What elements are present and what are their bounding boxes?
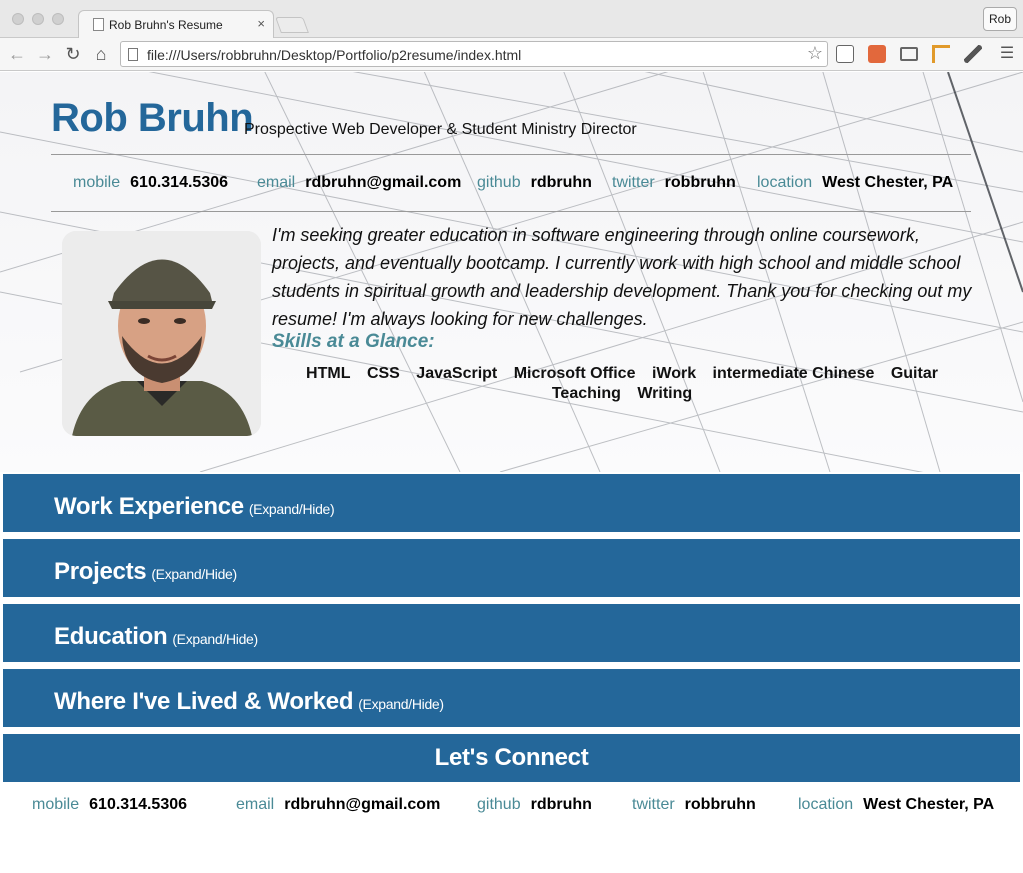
section-title: Education: [54, 623, 168, 650]
url-text[interactable]: file:///Users/robbruhn/Desktop/Portfolio…: [147, 47, 521, 63]
skill-item: CSS: [366, 365, 400, 382]
contact-top-location: location West Chester, PA: [757, 174, 953, 192]
divider: [51, 211, 971, 212]
contact-value[interactable]: robbruhn: [665, 174, 736, 192]
expand-hide-toggle[interactable]: (Expand/Hide): [249, 501, 335, 517]
address-bar[interactable]: file:///Users/robbruhn/Desktop/Portfolio…: [120, 41, 828, 67]
skill-item: Writing: [637, 385, 693, 402]
hero-background: Rob Bruhn Prospective Web Developer & St…: [0, 72, 1023, 472]
zoom-window-button[interactable]: [52, 13, 64, 25]
expand-hide-toggle[interactable]: (Expand/Hide): [172, 631, 258, 647]
skill-item: intermediate Chinese: [712, 365, 875, 382]
lets-connect-heading: Let's Connect: [3, 734, 1020, 782]
contact-label: location: [757, 174, 813, 191]
contact-value[interactable]: robbruhn: [685, 796, 756, 814]
profile-button[interactable]: Rob: [983, 7, 1017, 31]
contact-top-email: email rdbruhn@gmail.com: [257, 174, 461, 192]
tab-close-icon[interactable]: ×: [257, 16, 265, 31]
contact-label: twitter: [612, 174, 655, 191]
contact-top-mobile: mobile 610.314.5306: [73, 174, 228, 192]
eyedropper-icon[interactable]: [964, 45, 982, 63]
skill-item: iWork: [651, 365, 697, 382]
reload-icon[interactable]: ↻: [62, 43, 84, 65]
contact-value: West Chester, PA: [863, 796, 995, 813]
back-icon[interactable]: ←: [6, 43, 28, 65]
section-education[interactable]: Education (Expand/Hide): [3, 604, 1020, 662]
resume-page: Rob Bruhn Prospective Web Developer & St…: [0, 72, 1023, 873]
contact-bottom-location: location West Chester, PA: [798, 796, 994, 814]
section-title: Where I've Lived & Worked: [54, 688, 354, 715]
contact-label: email: [236, 796, 275, 813]
contact-label: github: [477, 174, 521, 191]
contact-value[interactable]: rdbruhn: [531, 796, 592, 814]
file-icon: [128, 48, 138, 61]
person-portrait: [62, 231, 261, 436]
contact-top-twitter: twitter robbruhn: [612, 174, 736, 192]
section-title: Projects: [54, 558, 147, 585]
skill-item: HTML: [306, 365, 351, 382]
expand-hide-toggle[interactable]: (Expand/Hide): [151, 566, 237, 582]
contact-value: 610.314.5306: [89, 796, 188, 813]
tab-title: Rob Bruhn's Resume: [109, 18, 223, 32]
minimize-window-button[interactable]: [32, 13, 44, 25]
new-tab-button[interactable]: [275, 17, 309, 33]
browser-toolbar: ← → ↻ ⌂ file:///Users/robbruhn/Desktop/P…: [0, 38, 1023, 71]
contact-bottom-email: email rdbruhn@gmail.com: [236, 796, 440, 814]
skills-heading: Skills at a Glance:: [272, 331, 435, 352]
home-icon[interactable]: ⌂: [90, 43, 112, 65]
bio-text: I'm seeking greater education in softwar…: [272, 225, 972, 329]
browser-tab-bar: Rob Bruhn's Resume × Rob: [0, 0, 1023, 39]
extension-icon[interactable]: [868, 45, 886, 63]
contact-label: mobile: [73, 174, 121, 191]
page-title: Rob Bruhn: [51, 96, 254, 140]
page-icon: [93, 18, 104, 31]
section-projects[interactable]: Projects (Expand/Hide): [3, 539, 1020, 597]
cast-icon[interactable]: [900, 47, 918, 61]
contact-value: West Chester, PA: [822, 174, 954, 191]
contact-label: mobile: [32, 796, 80, 813]
contact-label: email: [257, 174, 296, 191]
reader-icon[interactable]: [836, 45, 854, 63]
skill-item: Microsoft Office: [513, 365, 636, 382]
role-subtitle: Prospective Web Developer & Student Mini…: [244, 121, 637, 138]
contact-label: github: [477, 796, 521, 813]
skill-item: Teaching: [551, 385, 621, 402]
section-work-experience[interactable]: Work Experience (Expand/Hide): [3, 474, 1020, 532]
contact-value[interactable]: rdbruhn@gmail.com: [284, 796, 440, 814]
star-icon[interactable]: ☆: [807, 43, 823, 64]
close-window-button[interactable]: [12, 13, 24, 25]
profile-photo: [62, 231, 261, 436]
skill-item: JavaScript: [416, 365, 498, 382]
contact-top-github: github rdbruhn: [477, 174, 592, 192]
expand-hide-toggle[interactable]: (Expand/Hide): [358, 696, 444, 712]
menu-icon[interactable]: ☰: [996, 43, 1018, 65]
contact-value[interactable]: rdbruhn@gmail.com: [305, 174, 461, 192]
contact-bottom-github: github rdbruhn: [477, 796, 592, 814]
contact-value[interactable]: rdbruhn: [531, 174, 592, 192]
forward-icon[interactable]: →: [34, 43, 56, 65]
section-title: Work Experience: [54, 493, 244, 520]
contact-bottom-mobile: mobile 610.314.5306: [32, 796, 187, 814]
browser-tab[interactable]: Rob Bruhn's Resume ×: [78, 10, 274, 39]
skills-list: HTML CSS JavaScript Microsoft Office iWo…: [272, 364, 972, 404]
skill-item: Guitar: [890, 365, 938, 382]
divider: [51, 154, 971, 155]
contact-label: twitter: [632, 796, 675, 813]
ruler-icon[interactable]: [932, 45, 950, 63]
section-map[interactable]: Where I've Lived & Worked (Expand/Hide): [3, 669, 1020, 727]
contact-bottom-twitter: twitter robbruhn: [632, 796, 756, 814]
contact-value: 610.314.5306: [130, 174, 229, 191]
contact-label: location: [798, 796, 854, 813]
